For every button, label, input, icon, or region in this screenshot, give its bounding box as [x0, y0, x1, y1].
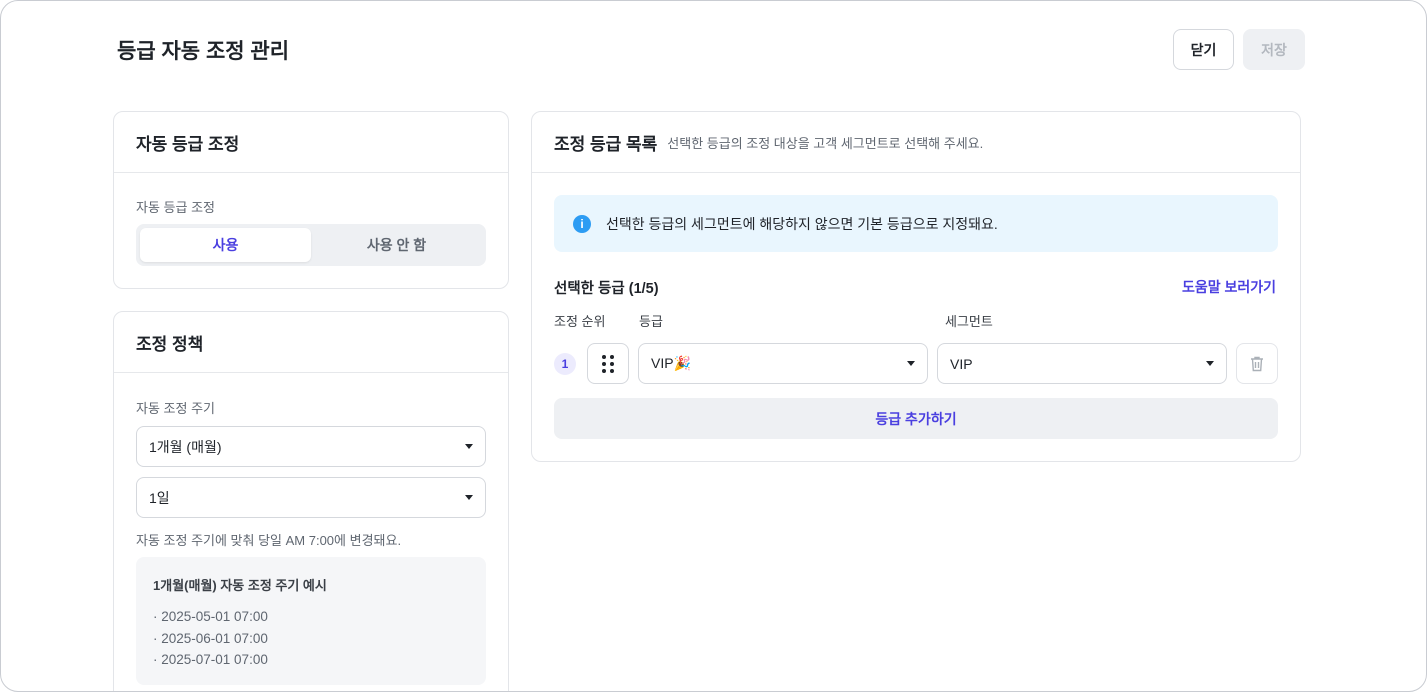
column-header-grade: 등급 — [639, 314, 663, 329]
toggle-option-use[interactable]: 사용 — [140, 228, 311, 262]
caret-down-icon — [1206, 361, 1214, 366]
cycle-field-label: 자동 조정 주기 — [136, 401, 215, 416]
trash-icon — [1251, 356, 1263, 371]
example-item: · 2025-07-01 07:00 — [153, 652, 268, 667]
auto-adjust-card: 자동 등급 조정 자동 등급 조정 사용 사용 안 함 — [113, 111, 509, 289]
toggle-option-not-use[interactable]: 사용 안 함 — [311, 228, 482, 262]
policy-card-title: 조정 정책 — [136, 334, 204, 354]
info-icon: i — [573, 214, 591, 233]
period-select-value: 1개월 (매월) — [149, 438, 222, 455]
grade-list-card-header: 조정 등급 목록 선택한 등급의 조정 대상을 고객 세그먼트로 선택해 주세요… — [532, 112, 1300, 173]
order-badge: 1 — [554, 353, 576, 375]
period-select[interactable]: 1개월 (매월) — [136, 426, 486, 467]
info-banner: i 선택한 등급의 세그먼트에 해당하지 않으면 기본 등급으로 지정돼요. — [554, 195, 1278, 252]
policy-card: 조정 정책 자동 조정 주기 1개월 (매월) 1일 자동 조정 주기에 맞춰 … — [113, 311, 509, 691]
help-link[interactable]: 도움말 보러가기 — [1182, 277, 1276, 297]
cycle-note: 자동 조정 주기에 맞춰 당일 AM 7:00에 변경돼요. — [136, 533, 402, 548]
day-select[interactable]: 1일 — [136, 477, 486, 518]
example-title: 1개월(매월) 자동 조정 주기 예시 — [153, 578, 327, 593]
column-header-order: 조정 순위 — [554, 314, 606, 329]
save-button[interactable]: 저장 — [1243, 29, 1305, 70]
delete-row-button[interactable] — [1236, 343, 1278, 384]
add-grade-button[interactable]: 등급 추가하기 — [554, 398, 1278, 439]
close-button[interactable]: 닫기 — [1173, 29, 1234, 70]
drag-handle-icon — [602, 354, 614, 373]
auto-adjust-toggle: 사용 사용 안 함 — [136, 224, 486, 266]
app-window: 등급 자동 조정 관리 닫기 저장 자동 등급 조정 자동 등급 조정 사용 사… — [0, 0, 1427, 692]
caret-down-icon — [907, 361, 915, 366]
grade-list-card: 조정 등급 목록 선택한 등급의 조정 대상을 고객 세그먼트로 선택해 주세요… — [531, 111, 1301, 462]
page-title: 등급 자동 조정 관리 — [117, 40, 290, 63]
caret-down-icon — [465, 444, 473, 449]
selected-grades-title: 선택한 등급 (1/5) — [554, 281, 659, 297]
caret-down-icon — [465, 495, 473, 500]
segment-select-value: VIP — [950, 355, 973, 372]
grade-list-card-subtitle: 선택한 등급의 조정 대상을 고객 세그먼트로 선택해 주세요. — [667, 135, 984, 151]
info-text: 선택한 등급의 세그먼트에 해당하지 않으면 기본 등급으로 지정돼요. — [606, 215, 998, 232]
auto-adjust-field-label: 자동 등급 조정 — [136, 200, 215, 215]
cycle-example-box: 1개월(매월) 자동 조정 주기 예시 · 2025-05-01 07:00 ·… — [136, 557, 486, 685]
grade-select-value: VIP🎉 — [651, 355, 691, 371]
auto-adjust-card-title: 자동 등급 조정 — [136, 134, 240, 154]
day-select-value: 1일 — [149, 489, 170, 506]
drag-handle[interactable] — [587, 343, 629, 384]
grade-list-card-title: 조정 등급 목록 — [554, 134, 658, 154]
policy-card-header: 조정 정책 — [114, 312, 508, 373]
example-item: · 2025-06-01 07:00 — [153, 630, 268, 646]
example-item: · 2025-05-01 07:00 — [153, 609, 268, 624]
segment-select[interactable]: VIP — [937, 343, 1227, 384]
auto-adjust-card-header: 자동 등급 조정 — [114, 112, 508, 173]
column-header-segment: 세그먼트 — [945, 314, 993, 329]
grade-select[interactable]: VIP🎉 — [638, 343, 928, 384]
